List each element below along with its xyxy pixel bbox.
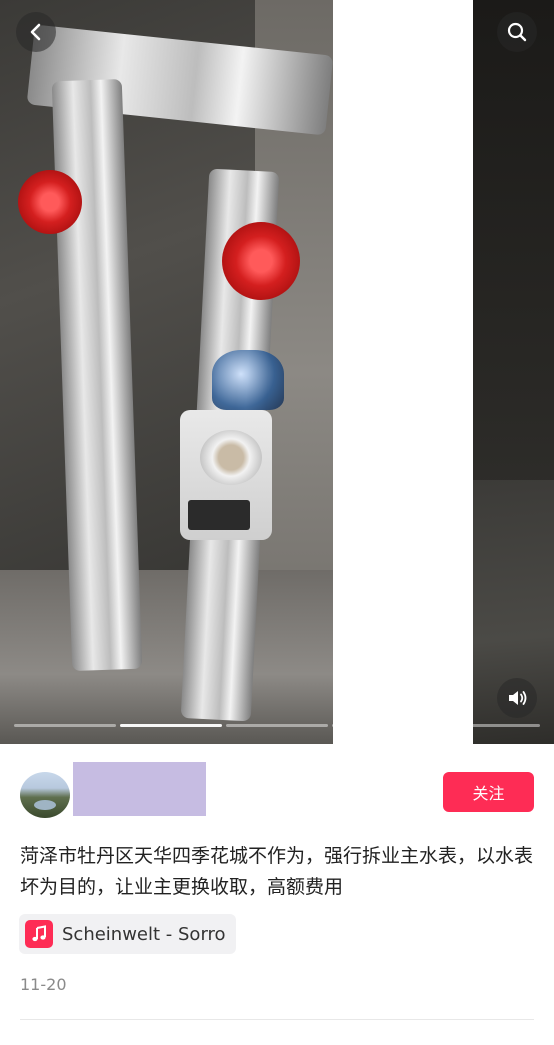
- progress-segment: [14, 724, 116, 727]
- photo-meter-cover: [212, 350, 284, 410]
- progress-segment: [226, 724, 328, 727]
- volume-icon: [509, 691, 527, 705]
- avatar[interactable]: [20, 772, 70, 818]
- divider: [20, 1019, 534, 1020]
- progress-segment-active: [120, 724, 222, 727]
- photo-valve: [222, 222, 300, 300]
- post-description: 菏泽市牡丹区天华四季花城不作为，强行拆业主水表，以水表坏为目的，让业主更换收取，…: [20, 845, 534, 898]
- carousel-progress: [14, 724, 540, 728]
- avatar-detail: [34, 800, 56, 810]
- search-icon: [507, 22, 527, 42]
- username-redacted[interactable]: [73, 762, 206, 816]
- volume-button[interactable]: [497, 678, 537, 718]
- music-chip[interactable]: Scheinwelt - Sorro: [19, 914, 236, 954]
- photo-floor: [0, 570, 333, 744]
- post-image-carousel[interactable]: [0, 0, 554, 744]
- follow-button[interactable]: 关注: [443, 772, 534, 812]
- search-button[interactable]: [497, 12, 537, 52]
- music-label: Scheinwelt - Sorro: [62, 923, 226, 945]
- photo-meter-plate: [188, 500, 250, 530]
- photo-valve: [18, 170, 82, 234]
- chevron-left-icon: [30, 23, 41, 41]
- progress-segment: [332, 724, 434, 727]
- progress-segment: [438, 724, 540, 727]
- author-row: 关注: [20, 762, 534, 818]
- back-button[interactable]: [16, 12, 56, 52]
- post-date: 11-20: [20, 975, 67, 994]
- image-gap: [333, 0, 473, 744]
- photo-meter-ring: [200, 430, 262, 485]
- music-note-icon: [25, 920, 53, 948]
